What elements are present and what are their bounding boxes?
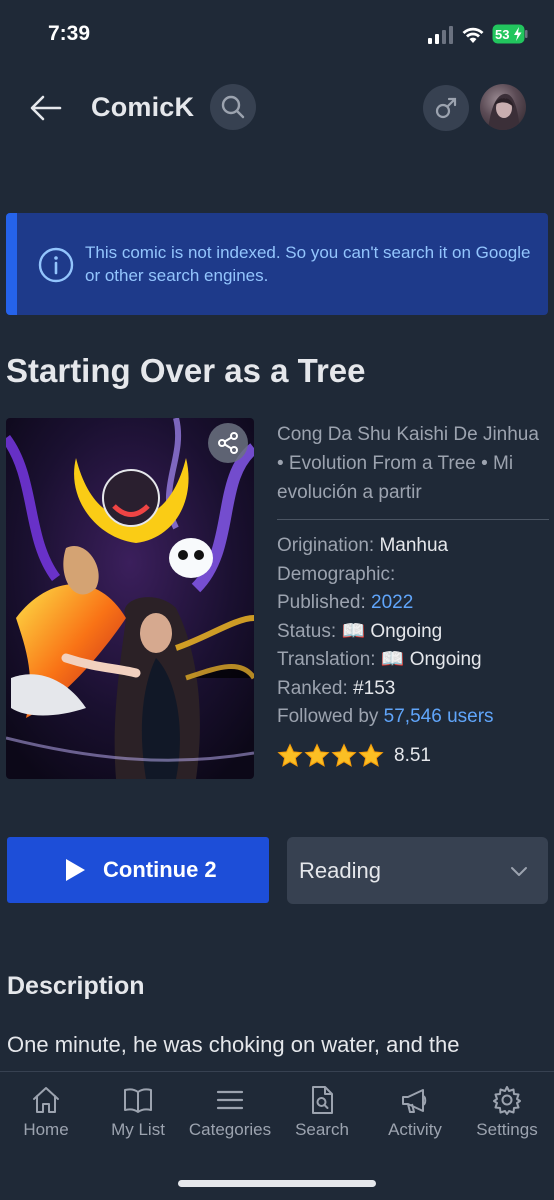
arrow-left-icon — [30, 95, 62, 121]
details-divider — [277, 519, 549, 520]
nav-home[interactable]: Home — [0, 1084, 92, 1144]
home-indicator[interactable] — [178, 1180, 376, 1187]
followed-label: Followed by — [277, 706, 379, 727]
male-symbol-icon — [435, 97, 457, 119]
nav-my-list[interactable]: My List — [92, 1084, 184, 1144]
translation-row: Translation: 📖 Ongoing — [277, 646, 552, 675]
nav-categories-label: Categories — [188, 1120, 272, 1139]
cellular-signal-icon — [428, 26, 453, 44]
description-heading: Description — [7, 972, 145, 1000]
not-indexed-banner: This comic is not indexed. So you can't … — [6, 213, 548, 315]
banner-message: This comic is not indexed. So you can't … — [85, 243, 531, 285]
nav-activity[interactable]: Activity — [369, 1084, 461, 1144]
status-time: 7:39 — [48, 22, 91, 45]
share-button[interactable] — [208, 423, 248, 463]
continue-reading-button[interactable]: Continue 2 — [7, 837, 269, 903]
document-search-icon — [312, 1086, 333, 1114]
followers-link[interactable]: 57,546 users — [384, 706, 494, 727]
cover-artwork — [6, 418, 254, 779]
ranked-label: Ranked: — [277, 677, 348, 699]
nav-activity-label: Activity — [388, 1120, 442, 1139]
published-label: Published: — [277, 592, 366, 613]
info-icon — [38, 247, 74, 283]
star-icon — [358, 743, 384, 767]
origination-value[interactable]: Manhua — [379, 535, 448, 556]
star-icon — [331, 743, 357, 767]
user-avatar[interactable] — [480, 84, 526, 130]
comic-details: Origination: Manhua Demographic: Publish… — [277, 532, 552, 732]
banner-accent-bar — [6, 213, 17, 315]
search-icon — [221, 95, 245, 119]
reading-status-value: Reading — [299, 858, 381, 883]
play-icon — [66, 859, 85, 881]
nav-my-list-label: My List — [111, 1120, 165, 1139]
back-button[interactable] — [28, 88, 64, 128]
star-icon — [277, 743, 303, 767]
avatar-image — [488, 93, 520, 130]
comic-title: Starting Over as a Tree — [6, 352, 366, 389]
battery-icon: 53 — [492, 24, 528, 44]
translation-value: 📖 Ongoing — [380, 649, 482, 670]
reading-status-select[interactable]: Reading — [287, 837, 548, 904]
rating-value: 8.51 — [394, 745, 431, 766]
ranked-row: Ranked: #153 — [277, 675, 552, 704]
continue-label: Continue 2 — [103, 857, 217, 882]
demographic-label: Demographic: — [277, 563, 396, 585]
status-label: Status: — [277, 620, 337, 642]
app-header: ComicK — [0, 80, 554, 136]
share-icon — [218, 432, 238, 454]
search-button[interactable] — [210, 84, 256, 130]
nav-categories[interactable]: Categories — [184, 1084, 276, 1144]
rating[interactable]: 8.51 — [277, 742, 431, 770]
demographic-row: Demographic: — [277, 561, 552, 590]
megaphone-icon — [402, 1089, 427, 1113]
status-value: 📖 Ongoing — [341, 620, 443, 642]
nav-settings[interactable]: Settings — [461, 1084, 553, 1144]
followed-row: Followed by 57,546 users — [277, 703, 552, 732]
wifi-icon — [462, 27, 484, 43]
nav-search-label: Search — [295, 1120, 349, 1139]
nav-settings-label: Settings — [476, 1120, 538, 1139]
list-icon — [216, 1090, 244, 1110]
home-icon — [33, 1087, 59, 1113]
status-row: Status: 📖 Ongoing — [277, 618, 552, 647]
published-row: Published: 2022 — [277, 589, 552, 618]
alternative-titles: Cong Da Shu Kaishi De Jinhua • Evolution… — [277, 424, 539, 503]
ranked-value: #153 — [353, 677, 396, 699]
published-year-link[interactable]: 2022 — [371, 592, 413, 613]
star-icon — [304, 743, 330, 767]
translation-label: Translation: — [277, 649, 376, 670]
book-open-icon — [124, 1088, 152, 1113]
gear-icon — [493, 1086, 521, 1115]
gender-toggle-button[interactable] — [423, 85, 469, 131]
status-bar: 7:39 53 — [0, 0, 554, 70]
description-text: One minute, he was choking on water, and… — [7, 1032, 460, 1057]
battery-level: 53 — [495, 27, 509, 42]
comic-cover-image[interactable] — [6, 418, 254, 779]
nav-home-label: Home — [23, 1120, 69, 1139]
origination-label: Origination: — [277, 535, 375, 556]
chevron-down-icon — [511, 867, 527, 876]
nav-search[interactable]: Search — [276, 1084, 368, 1144]
origination-row: Origination: Manhua — [277, 532, 552, 561]
app-logo-title[interactable]: ComicK — [91, 92, 194, 123]
